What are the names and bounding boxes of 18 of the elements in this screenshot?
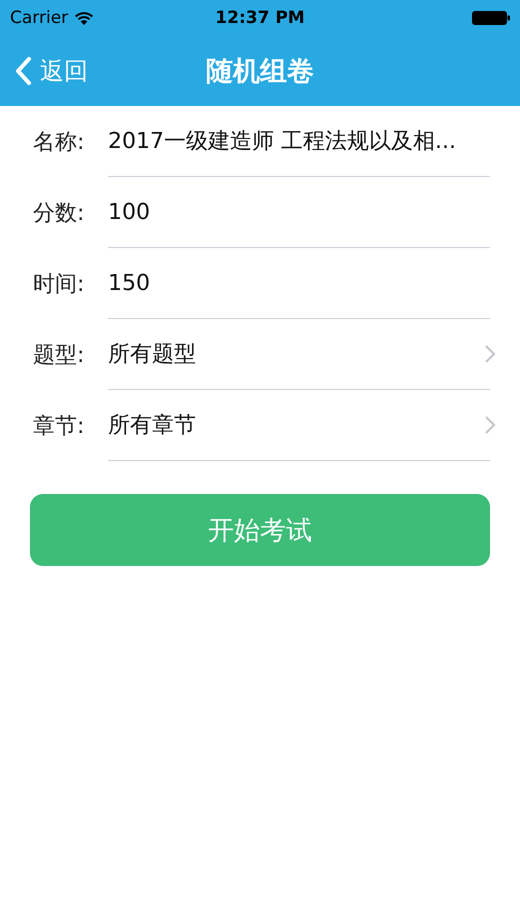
- field-value: 2017一级建造师 工程法规以及相...: [108, 128, 456, 156]
- chevron-left-icon: [14, 56, 32, 86]
- chevron-right-icon: [484, 344, 496, 364]
- field-value: 100: [108, 200, 150, 224]
- status-time: 12:37 PM: [215, 8, 305, 28]
- wifi-icon: [74, 10, 94, 26]
- field-label: 分数:: [33, 200, 86, 228]
- select-value[interactable]: 所有章节: [108, 410, 196, 440]
- field-label: 时间:: [33, 270, 86, 298]
- chevron-right-icon: [484, 415, 496, 435]
- field-label: 题型:: [33, 342, 86, 370]
- battery-icon: [472, 11, 510, 25]
- select-value[interactable]: 所有题型: [108, 339, 196, 369]
- field-label: 名称:: [33, 128, 86, 156]
- field-label: 章节:: [33, 412, 86, 440]
- field-value: 150: [108, 270, 150, 296]
- nav-title: 随机组卷: [206, 55, 314, 89]
- carrier-name: Carrier: [10, 8, 68, 28]
